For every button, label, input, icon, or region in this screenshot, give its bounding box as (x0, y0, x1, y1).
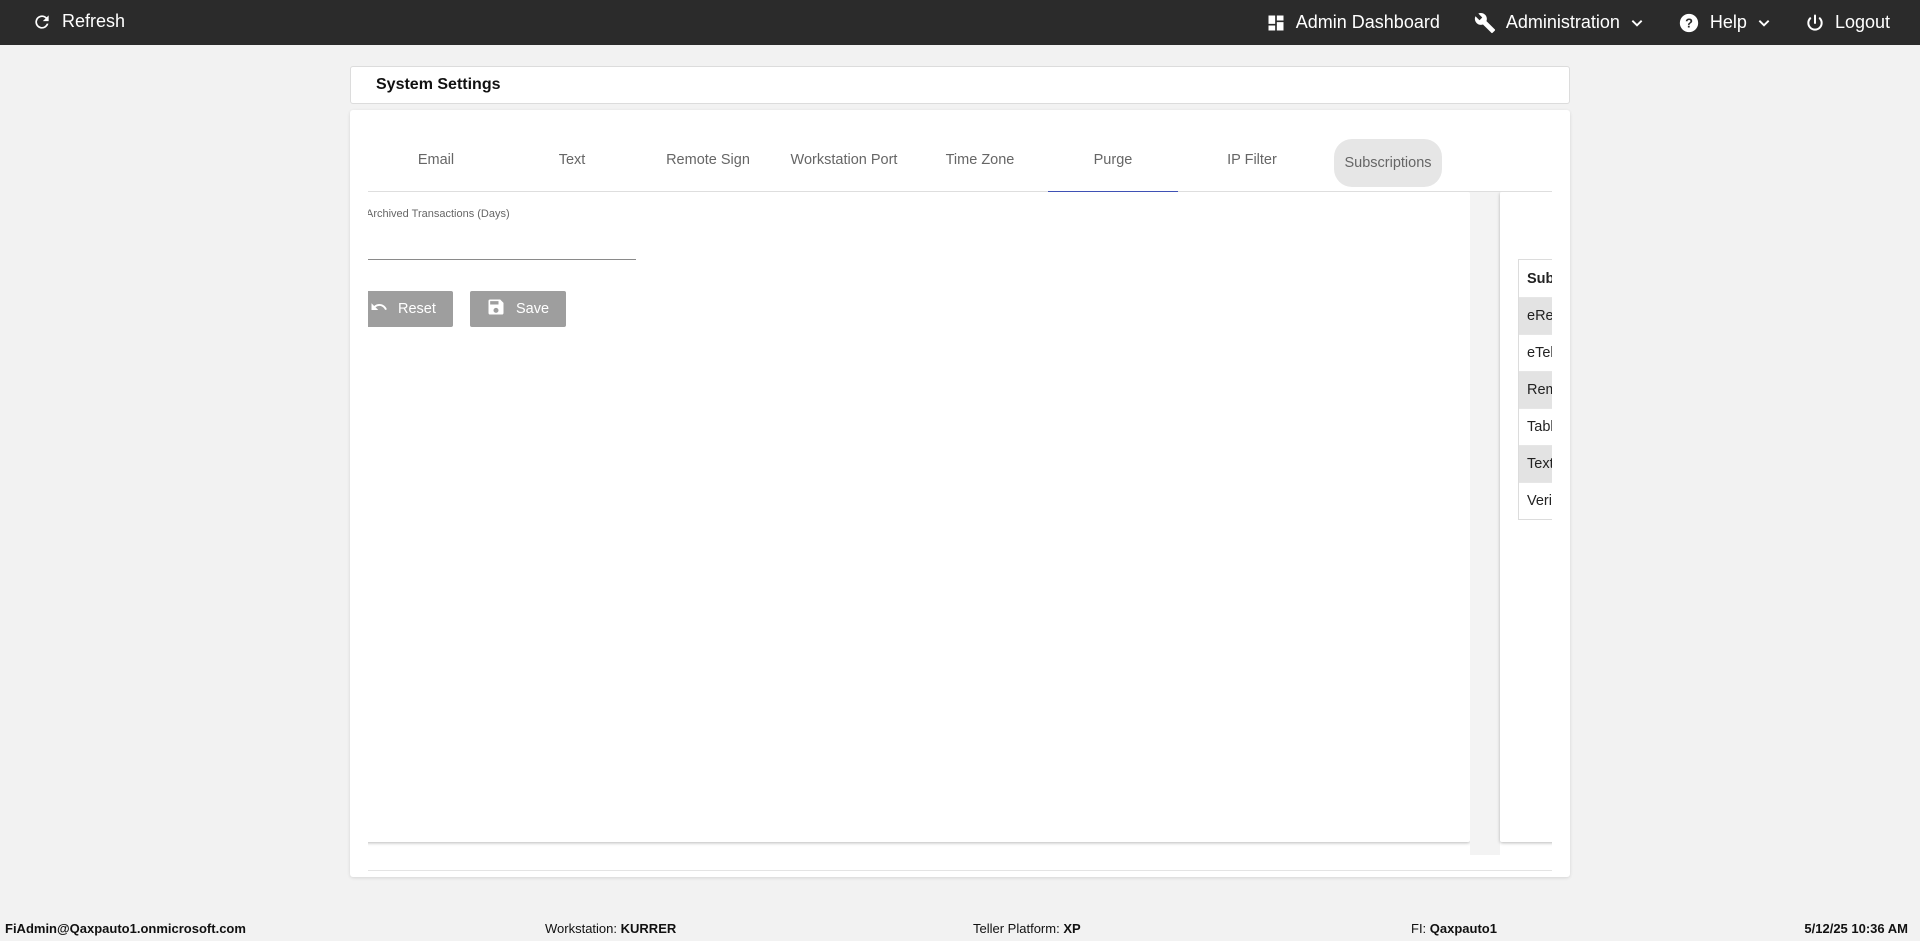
save-label: Save (516, 301, 550, 317)
status-teller-platform: Teller Platform: XP (973, 921, 1081, 936)
page-header-card: System Settings (350, 66, 1570, 104)
subscriptions-panel: Sub eRe eTel Rem Tabl Text Veri (1500, 192, 1552, 842)
help-icon: ? (1678, 12, 1700, 34)
status-bar: FiAdmin@Qaxpauto1.onmicrosoft.com Workst… (0, 916, 1920, 941)
status-datetime: 5/12/25 10:36 AM (1804, 921, 1908, 936)
table-header: Sub (1527, 270, 1552, 287)
fi-value: Qaxpauto1 (1429, 921, 1497, 936)
floppy-disk-icon (486, 297, 506, 321)
page-title: System Settings (376, 76, 501, 93)
tabs-row: Email Text Remote Sign Workstation Port … (368, 128, 1552, 193)
help-label: Help (1709, 12, 1747, 32)
user-email: FiAdmin@Qaxpauto1.onmicrosoft.com (5, 921, 246, 936)
refresh-label: Refresh (62, 11, 126, 31)
archived-transactions-input[interactable] (368, 234, 636, 260)
status-user: FiAdmin@Qaxpauto1.onmicrosoft.com (5, 921, 246, 936)
teller-platform-label: Teller Platform: (973, 921, 1060, 936)
svg-text:?: ? (1685, 15, 1693, 30)
tab-panels-viewport: Archived Transactions (Days) Reset Save … (368, 192, 1552, 855)
teller-platform-value: XP (1063, 921, 1081, 936)
tab-time-zone[interactable]: Time Zone (912, 128, 1048, 192)
workstation-label: Workstation: (545, 921, 618, 936)
administration-label: Administration (1505, 12, 1620, 32)
tab-workstation-port[interactable]: Workstation Port (776, 128, 912, 192)
status-workstation: Workstation: KURRER (545, 921, 676, 936)
table-row[interactable]: eTel (1519, 334, 1552, 371)
purge-panel: Archived Transactions (Days) Reset Save (368, 192, 1470, 842)
workstation-value: KURRER (620, 921, 677, 936)
panel-gutter (1470, 192, 1500, 855)
logout-button[interactable]: Logout (1805, 12, 1890, 33)
reset-label: Reset (398, 301, 436, 317)
wrench-icon (1474, 12, 1496, 34)
tab-email[interactable]: Email (368, 128, 504, 192)
settings-card: Email Text Remote Sign Workstation Port … (350, 110, 1570, 877)
refresh-button[interactable]: Refresh (32, 11, 125, 32)
top-nav-bar: Refresh Admin Dashboard Administration ?… (0, 0, 1920, 45)
card-bottom-divider (368, 870, 1552, 871)
dashboard-icon (1266, 13, 1286, 33)
tab-ip-filter[interactable]: IP Filter (1184, 128, 1320, 192)
undo-icon (370, 298, 388, 320)
table-row[interactable]: eRe (1519, 297, 1552, 334)
table-row[interactable]: Text (1519, 445, 1552, 482)
admin-dashboard-link[interactable]: Admin Dashboard (1266, 12, 1440, 33)
chevron-down-icon (1757, 16, 1771, 30)
table-row[interactable]: Rem (1519, 371, 1552, 408)
tab-purge[interactable]: Purge (1048, 128, 1178, 193)
status-fi: FI: Qaxpauto1 (1411, 921, 1497, 936)
fi-label: FI: (1411, 921, 1427, 936)
admin-dashboard-label: Admin Dashboard (1295, 12, 1440, 32)
top-nav-right: Admin Dashboard Administration ? Help Lo… (1266, 0, 1890, 45)
reset-button[interactable]: Reset (368, 291, 453, 327)
datetime-value: 5/12/25 10:36 AM (1804, 921, 1908, 936)
power-icon (1805, 13, 1825, 33)
subscriptions-table: Sub eRe eTel Rem Tabl Text Veri (1518, 259, 1552, 520)
refresh-icon (32, 12, 52, 32)
chevron-down-icon (1630, 16, 1644, 30)
tab-subscriptions[interactable]: Subscriptions (1334, 139, 1442, 187)
table-row[interactable]: Tabl (1519, 408, 1552, 445)
help-menu[interactable]: ? Help (1678, 12, 1771, 34)
tab-remote-sign[interactable]: Remote Sign (640, 128, 776, 192)
administration-menu[interactable]: Administration (1474, 12, 1644, 34)
table-row[interactable]: Veri (1519, 482, 1552, 519)
archived-transactions-label: Archived Transactions (Days) (368, 208, 510, 220)
logout-label: Logout (1834, 12, 1890, 32)
save-button[interactable]: Save (470, 291, 566, 327)
tab-text[interactable]: Text (504, 128, 640, 192)
